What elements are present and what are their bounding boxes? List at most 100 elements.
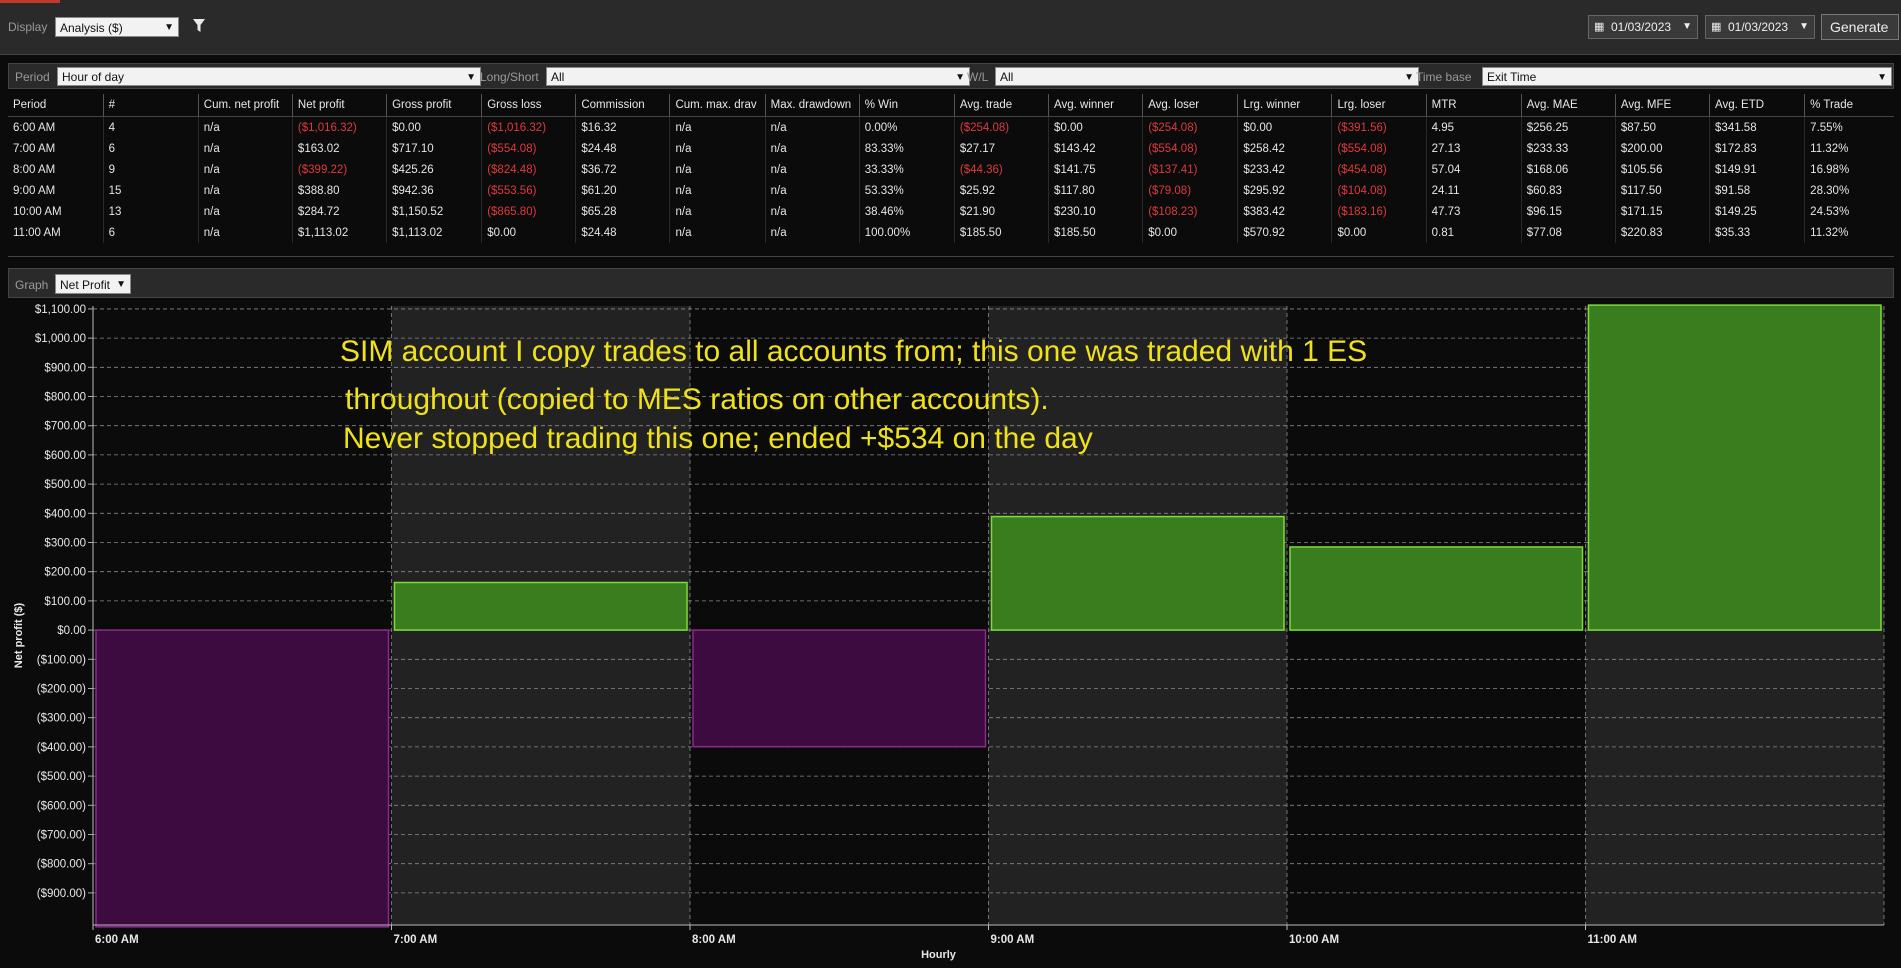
display-select[interactable]: Analysis ($) ▼ bbox=[55, 17, 179, 37]
table-cell: 11.32% bbox=[1804, 138, 1894, 159]
table-cell: 7:00 AM bbox=[13, 142, 56, 155]
column-header[interactable]: Lrg. winner bbox=[1237, 94, 1332, 117]
table-cell: $27.17 bbox=[953, 138, 1049, 159]
table-cell: ($1,016.32) bbox=[291, 116, 387, 138]
table-cell: 9:00 AM bbox=[13, 184, 56, 197]
column-header[interactable]: % Trade bbox=[1804, 94, 1894, 117]
table-cell: n/a bbox=[764, 138, 860, 159]
chevron-down-icon: ▼ bbox=[1877, 72, 1887, 83]
table-cell: ($824.48) bbox=[481, 159, 576, 180]
table-cell: n/a bbox=[669, 222, 766, 243]
table-cell: $233.42 bbox=[1237, 159, 1332, 180]
graph-select-value: Net Profit bbox=[60, 278, 111, 292]
table-cell: $16.32 bbox=[575, 116, 670, 138]
table-cell: $256.25 bbox=[1520, 116, 1616, 138]
graph-select[interactable]: Net Profit ▼ bbox=[55, 274, 131, 294]
date-to-picker[interactable]: ▦ 01/03/2023 ▼ bbox=[1705, 15, 1815, 39]
column-header[interactable]: Lrg. loser bbox=[1331, 94, 1427, 117]
column-header[interactable]: % Win bbox=[858, 94, 955, 117]
table-cell: $105.56 bbox=[1614, 159, 1710, 180]
table-cell: $220.83 bbox=[1614, 222, 1710, 243]
timebase-label: Time base bbox=[1416, 70, 1472, 84]
y-tick-label: $300.00 bbox=[44, 538, 86, 550]
table-header-row: Period # Cum. net profit Net profit Gross pr… bbox=[8, 94, 1894, 117]
generate-button[interactable]: Generate bbox=[1821, 14, 1899, 40]
date-from-picker[interactable]: ▦ 01/03/2023 ▼ bbox=[1588, 15, 1698, 39]
table-cell: $295.92 bbox=[1237, 180, 1332, 201]
column-header[interactable]: MTR bbox=[1425, 94, 1522, 117]
table-row[interactable]: 7:00 AM 6 n/a $163.02 $717.10 ($554.08) $24.48… bbox=[8, 138, 1894, 159]
column-header[interactable]: # bbox=[102, 94, 199, 117]
x-axis-label: Hourly bbox=[921, 949, 957, 961]
column-header[interactable]: Net profit bbox=[291, 94, 387, 117]
table-row[interactable]: 8:00 AM 9 n/a ($399.22) $425.26 ($824.48) $36.… bbox=[8, 159, 1894, 180]
longshort-select[interactable]: All ▼ bbox=[546, 67, 970, 86]
table-cell: 27.13 bbox=[1425, 138, 1522, 159]
table-row[interactable]: 11:00 AM 6 n/a $1,113.02 $1,113.02 $0.00 $24.4… bbox=[8, 222, 1894, 243]
table-cell: $258.42 bbox=[1237, 138, 1332, 159]
table-cell: 28.30% bbox=[1804, 180, 1894, 201]
graph-label: Graph bbox=[15, 278, 49, 292]
table-cell: $1,150.52 bbox=[386, 201, 482, 222]
table-cell: 47.73 bbox=[1425, 201, 1522, 222]
table-cell: 38.46% bbox=[858, 201, 955, 222]
column-header[interactable]: Commission bbox=[575, 94, 670, 117]
table-cell: 8:00 AM bbox=[13, 163, 56, 176]
calendar-icon: ▦ bbox=[1711, 21, 1722, 33]
column-header[interactable]: Avg. MAE bbox=[1520, 94, 1616, 117]
table-row[interactable]: 10:00 AM 13 n/a $284.72 $1,150.52 ($865.80) $6… bbox=[8, 201, 1894, 222]
bar bbox=[692, 629, 987, 748]
table-cell: $35.33 bbox=[1709, 222, 1805, 243]
wl-select[interactable]: All ▼ bbox=[995, 67, 1419, 86]
table-cell: ($79.08) bbox=[1142, 180, 1238, 201]
table-cell: $168.06 bbox=[1520, 159, 1616, 180]
y-tick-label: ($700.00) bbox=[37, 829, 86, 841]
table-cell: $383.42 bbox=[1237, 201, 1332, 222]
column-header[interactable]: Avg. winner bbox=[1048, 94, 1143, 117]
table-cell: $230.10 bbox=[1048, 201, 1143, 222]
table-cell: 16.98% bbox=[1804, 159, 1894, 180]
column-header[interactable]: Avg. MFE bbox=[1614, 94, 1710, 117]
column-header[interactable]: Gross profit bbox=[386, 94, 482, 117]
table-row[interactable]: 9:00 AM 15 n/a $388.80 $942.36 ($553.56) $61.2… bbox=[8, 180, 1894, 201]
column-header[interactable]: Avg. trade bbox=[953, 94, 1049, 117]
longshort-select-value: All bbox=[551, 70, 565, 84]
column-header[interactable]: Avg. loser bbox=[1142, 94, 1238, 117]
column-header[interactable]: Cum. net profit bbox=[197, 94, 293, 117]
table-cell: $77.08 bbox=[1520, 222, 1616, 243]
column-header[interactable]: Period bbox=[8, 94, 104, 117]
y-tick-label: $500.00 bbox=[44, 479, 86, 491]
calendar-icon: ▦ bbox=[1594, 21, 1605, 33]
table-cell: $570.92 bbox=[1237, 222, 1332, 243]
table-cell: $942.36 bbox=[386, 180, 482, 201]
table-row[interactable]: 6:00 AM 4 n/a ($1,016.32) $0.00 ($1,016.32) $1… bbox=[8, 116, 1894, 138]
column-header[interactable]: Gross loss bbox=[481, 94, 576, 117]
y-axis-label: Net profit ($) bbox=[13, 602, 25, 668]
table-cell: $149.25 bbox=[1709, 201, 1805, 222]
table-cell: $185.50 bbox=[953, 222, 1049, 243]
table-cell: n/a bbox=[764, 180, 860, 201]
table-cell: ($554.08) bbox=[1142, 138, 1238, 159]
y-tick-label: ($500.00) bbox=[37, 771, 86, 783]
period-select[interactable]: Hour of day ▼ bbox=[57, 67, 481, 86]
chevron-down-icon: ▼ bbox=[116, 279, 126, 290]
y-tick-label: ($800.00) bbox=[37, 859, 86, 871]
y-tick-label: $400.00 bbox=[44, 508, 86, 520]
table-cell: 53.33% bbox=[858, 180, 955, 201]
table-cell: ($183.16) bbox=[1331, 201, 1427, 222]
y-tick-label: $100.00 bbox=[44, 596, 86, 608]
table-cell: $60.83 bbox=[1520, 180, 1616, 201]
table-cell: 15 bbox=[102, 180, 199, 201]
date-to-value: 01/03/2023 bbox=[1728, 20, 1789, 34]
timebase-select[interactable]: Exit Time ▼ bbox=[1482, 67, 1892, 86]
table-cell: $21.90 bbox=[953, 201, 1049, 222]
table-cell: $284.72 bbox=[291, 201, 387, 222]
bar bbox=[1587, 304, 1882, 631]
column-header[interactable]: Max. drawdown bbox=[764, 94, 860, 117]
column-header[interactable]: Avg. ETD bbox=[1709, 94, 1805, 117]
table-cell: ($104.08) bbox=[1331, 180, 1427, 201]
table-cell: n/a bbox=[764, 201, 860, 222]
filter-icon[interactable] bbox=[192, 18, 206, 34]
column-header[interactable]: Cum. max. drav bbox=[669, 94, 766, 117]
y-tick-label: $200.00 bbox=[44, 567, 86, 579]
